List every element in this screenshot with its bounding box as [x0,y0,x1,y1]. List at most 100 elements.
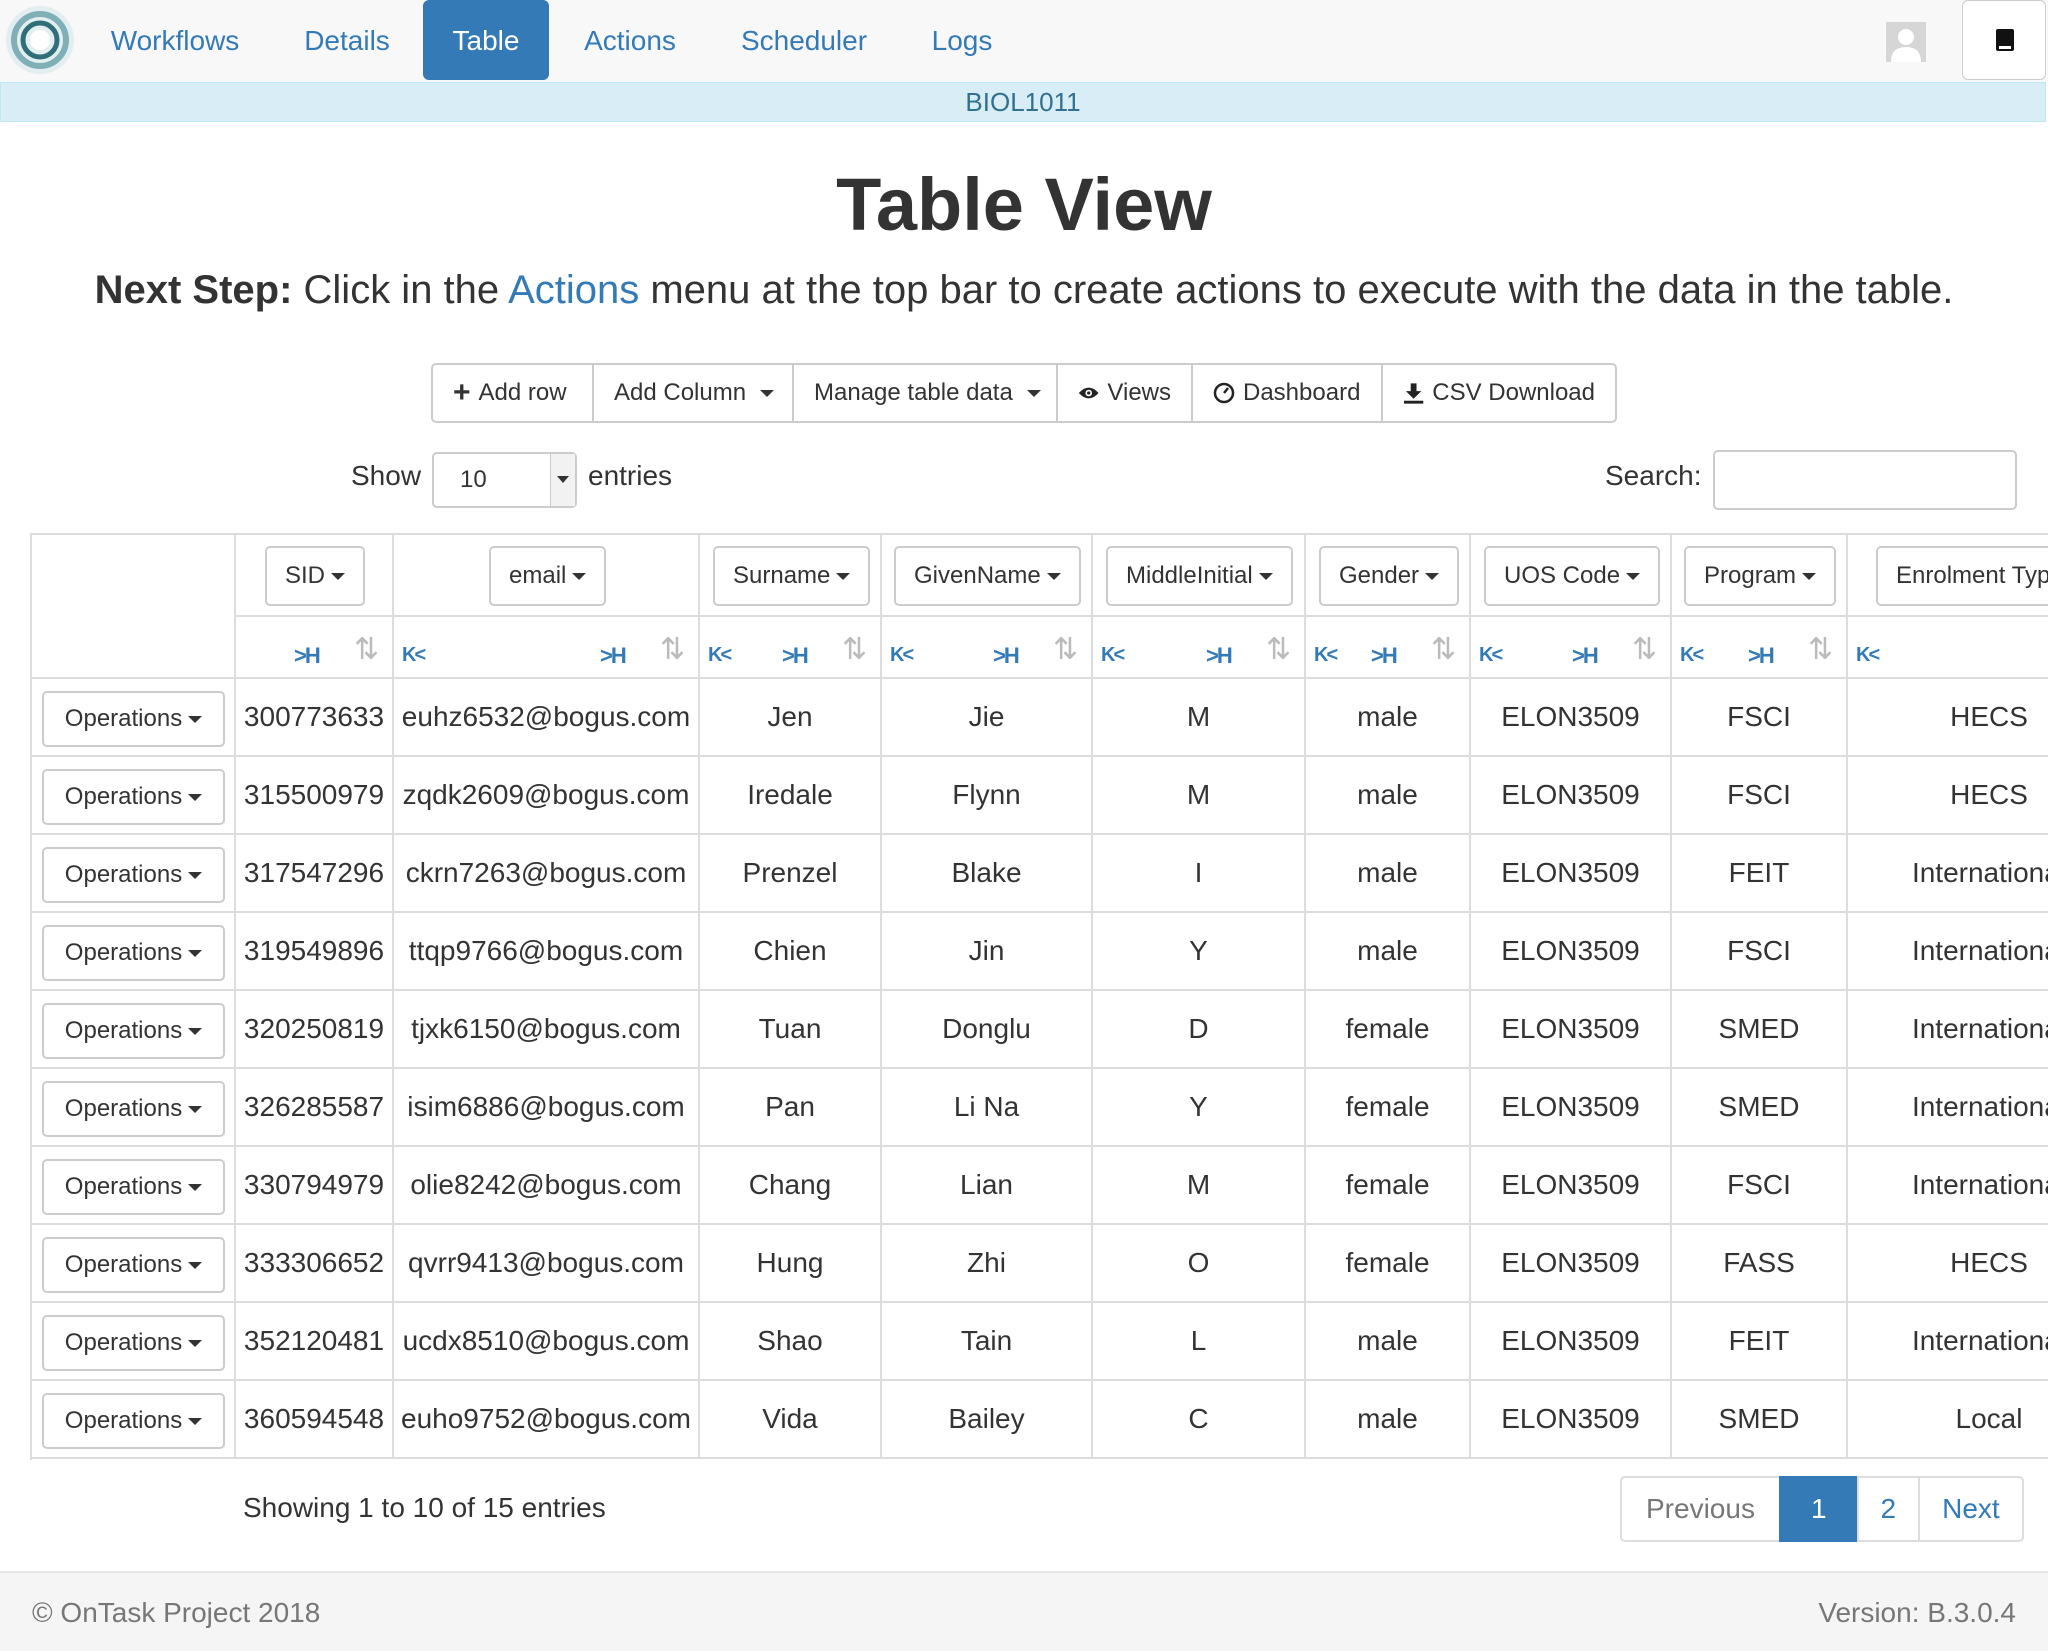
column-menu-button-gender[interactable]: Gender [1319,546,1460,606]
operations-button[interactable]: Operations [42,1315,225,1371]
table-cell-sid: 326285587 [236,1067,394,1145]
move-column-right-icon[interactable]: >H [993,645,1020,667]
operations-button[interactable]: Operations [42,925,225,981]
move-column-left-icon[interactable]: K< [1856,645,1880,665]
move-column-left-icon[interactable]: K< [1680,645,1704,665]
csv-download-button[interactable]: CSV Download [1381,363,1617,423]
caret-down-icon [188,1340,203,1348]
operations-button[interactable]: Operations [42,1081,225,1137]
operations-button[interactable]: Operations [42,847,225,903]
select-arrow-icon [550,454,575,506]
show-label: Show [351,460,422,491]
table-cell-middleinitial: D [1093,989,1306,1067]
move-column-right-icon[interactable]: >H [294,645,321,667]
table-cell-gender: female [1306,1223,1471,1301]
user-avatar-icon[interactable] [1886,22,1926,62]
column-menu-button-surname[interactable]: Surname [713,546,871,606]
nav-table[interactable]: Table [423,0,549,80]
add-row-button[interactable]: + Add row [431,363,594,423]
table-cell-sid: 320250819 [236,989,394,1067]
page-2-button[interactable]: 2 [1856,1476,1921,1542]
column-menu-button-email[interactable]: email [489,546,607,606]
views-button[interactable]: Views [1056,363,1193,423]
next-step-actions-link[interactable]: Actions [508,268,639,312]
table-cell-uos-code: ELON3509 [1471,1223,1672,1301]
move-column-right-icon[interactable]: >H [782,645,809,667]
column-menu-button-middleinitial[interactable]: MiddleInitial [1106,546,1293,606]
add-column-button[interactable]: Add Column [592,363,794,423]
move-column-right-icon[interactable]: >H [1371,645,1398,667]
entries-per-page-select[interactable]: 10 [432,452,577,508]
sort-icon[interactable]: ⇅ [1053,635,1078,665]
move-column-left-icon[interactable]: K< [1101,645,1125,665]
sort-icon[interactable]: ⇅ [1632,635,1657,665]
operations-button[interactable]: Operations [42,691,225,747]
column-header-label: email [509,562,567,589]
documentation-button[interactable] [1962,0,2046,80]
move-column-right-icon[interactable]: >H [1206,645,1233,667]
previous-page-button[interactable]: Previous [1620,1476,1781,1542]
sort-icon[interactable]: ⇅ [354,635,379,665]
sort-icon[interactable]: ⇅ [842,635,867,665]
move-column-left-icon[interactable]: K< [1314,645,1338,665]
table-cell-enrolment-type: HECS [1848,1223,2048,1301]
operations-cell: Operations [32,989,236,1067]
caret-down-icon [1802,573,1817,581]
column-menu-button-givenname[interactable]: GivenName [894,546,1081,606]
move-column-right-icon[interactable]: >H [1748,645,1775,667]
table-cell-program: FASS [1672,1223,1848,1301]
entries-label: entries [588,460,673,491]
caret-down-icon [188,950,203,958]
column-menu-button-program[interactable]: Program [1684,546,1837,606]
table-cell-surname: Shao [700,1301,882,1379]
operations-cell: Operations [32,1223,236,1301]
caret-down-icon [188,1106,203,1114]
sort-icon[interactable]: ⇅ [1808,635,1833,665]
move-column-right-icon[interactable]: >H [600,645,627,667]
table-cell-uos-code: ELON3509 [1471,833,1672,911]
next-page-button[interactable]: Next [1918,1476,2024,1542]
operations-label: Operations [64,1329,183,1356]
operations-button[interactable]: Operations [42,1393,225,1449]
move-column-left-icon[interactable]: K< [708,645,732,665]
nav-scheduler[interactable]: Scheduler [712,0,896,80]
page-1-button[interactable]: 1 [1778,1476,1859,1542]
operations-label: Operations [64,861,183,888]
table-cell-middleinitial: Y [1093,1067,1306,1145]
nav-workflows[interactable]: Workflows [82,0,268,80]
column-controls-email: K< >H ⇅ [394,615,700,677]
table-cell-givenname: Flynn [882,755,1093,833]
caret-down-icon [188,1262,203,1270]
table-cell-email: ttqp9766@bogus.com [394,911,700,989]
nav-actions[interactable]: Actions [559,0,701,80]
move-column-left-icon[interactable]: K< [402,645,426,665]
move-column-right-icon[interactable]: >H [1572,645,1599,667]
ontask-logo[interactable] [3,3,77,77]
table-cell-sid: 300773633 [236,677,394,755]
nav-details[interactable]: Details [278,0,416,80]
operations-button[interactable]: Operations [42,1237,225,1293]
move-column-left-icon[interactable]: K< [890,645,914,665]
nav-logs[interactable]: Logs [906,0,1018,80]
table-cell-surname: Chang [700,1145,882,1223]
operations-button[interactable]: Operations [42,1003,225,1059]
move-column-left-icon[interactable]: K< [1479,645,1503,665]
search-input[interactable] [1713,450,2017,510]
operations-label: Operations [64,1017,183,1044]
dashboard-button[interactable]: Dashboard [1191,363,1383,423]
sort-icon[interactable]: ⇅ [660,635,685,665]
column-menu-button-sid[interactable]: SID [265,546,366,606]
column-menu-button-enrolment-type[interactable]: Enrolment Type [1876,546,2048,606]
sort-icon[interactable]: ⇅ [1431,635,1456,665]
sort-icon[interactable]: ⇅ [1266,635,1291,665]
column-header-label: Program [1704,562,1797,589]
column-menu-button-uos-code[interactable]: UOS Code [1484,546,1661,606]
operations-button[interactable]: Operations [42,769,225,825]
manage-table-data-button[interactable]: Manage table data [792,363,1058,423]
table-cell-program: SMED [1672,989,1848,1067]
table-cell-enrolment-type: International [1848,1301,2048,1379]
table-cell-enrolment-type: International [1848,1145,2048,1223]
table-cell-middleinitial: M [1093,677,1306,755]
operations-button[interactable]: Operations [42,1159,225,1215]
table-cell-sid: 319549896 [236,911,394,989]
